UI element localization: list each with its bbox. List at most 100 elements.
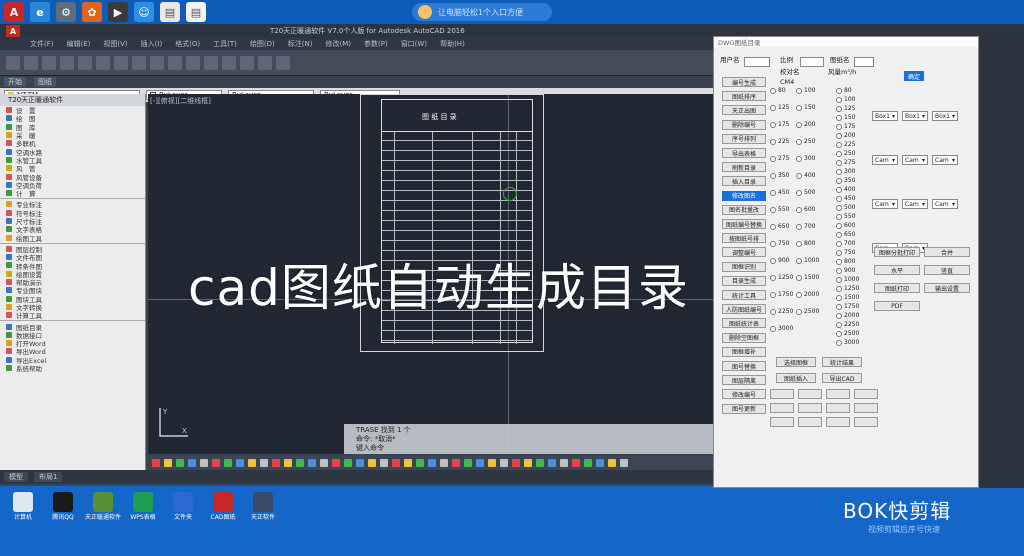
ribbon-print-icon[interactable] [60, 55, 74, 70]
size-radio-col3[interactable]: 3000 [836, 339, 859, 346]
user-name-field[interactable] [744, 57, 770, 67]
status-toggle-icon[interactable] [296, 459, 304, 467]
plugin-grid-button[interactable] [770, 403, 794, 413]
menu-window[interactable]: 窗口(W) [401, 39, 427, 49]
status-toggle-icon[interactable] [344, 459, 352, 467]
status-toggle-icon[interactable] [380, 459, 388, 467]
status-toggle-icon[interactable] [464, 459, 472, 467]
status-toggle-icon[interactable] [152, 459, 160, 467]
search-pill[interactable]: 让电脑轻松1个入口方便 [412, 3, 552, 21]
plugin-left-button[interactable]: 按图纸号排 [722, 233, 766, 244]
size-radio[interactable]: 100 [796, 87, 815, 94]
plugin-right-button[interactable]: 水平 [874, 265, 920, 275]
size-radio[interactable]: 250 [796, 138, 815, 145]
size-radio[interactable]: 300 [796, 155, 815, 162]
desktop-icon[interactable]: 腾讯QQ [46, 492, 80, 521]
size-radio-col3[interactable]: 400 [836, 186, 855, 193]
size-radio[interactable]: 800 [796, 240, 815, 247]
size-radio[interactable]: 1000 [796, 257, 819, 264]
size-radio-col3[interactable]: 650 [836, 231, 855, 238]
size-radio-col3[interactable]: 2500 [836, 330, 859, 337]
plugin-left-button[interactable]: 修改图名 [722, 190, 766, 201]
menu-tools[interactable]: 工具(T) [213, 39, 237, 49]
ribbon-extend-icon[interactable] [258, 55, 272, 70]
status-toggle-icon[interactable] [200, 459, 208, 467]
size-radio-col3[interactable]: 275 [836, 159, 855, 166]
media-player-icon[interactable]: ▶ [108, 2, 128, 22]
ribbon-new-icon[interactable] [6, 55, 20, 70]
size-radio[interactable]: 3000 [770, 325, 793, 332]
command-line[interactable]: TRASE 找到 1 个 命令: *取消* 键入命令 [344, 424, 714, 454]
size-radio[interactable]: 550 [770, 206, 789, 213]
size-radio[interactable]: 2250 [770, 308, 793, 315]
menu-insert[interactable]: 插入(I) [141, 39, 163, 49]
plugin-left-button[interactable]: 调整编号 [722, 247, 766, 258]
desktop-icon[interactable]: CAD图纸 [206, 492, 240, 521]
palette-item[interactable]: 绘图工具 [0, 233, 145, 243]
status-toggle-icon[interactable] [248, 459, 256, 467]
plugin-left-button[interactable]: 图号更新 [722, 403, 766, 414]
gear-icon[interactable]: ✿ [82, 2, 102, 22]
size-radio[interactable]: 80 [770, 87, 786, 94]
status-toggle-icon[interactable] [272, 459, 280, 467]
size-radio[interactable]: 1750 [770, 291, 793, 298]
ribbon-move-icon[interactable] [186, 55, 200, 70]
desktop-icon[interactable]: 天正软件 [246, 492, 280, 521]
ribbon-copy-icon[interactable] [204, 55, 218, 70]
size-radio[interactable]: 700 [796, 223, 815, 230]
palette-item[interactable]: 系统帮助 [0, 364, 145, 373]
ribbon-layer-icon[interactable] [276, 55, 290, 70]
menu-file[interactable]: 文件(F) [30, 39, 54, 49]
tool-icon[interactable]: ⚙ [56, 2, 76, 22]
size-radio-col3[interactable]: 80 [836, 87, 852, 94]
size-radio-col3[interactable]: 500 [836, 204, 855, 211]
status-toggle-icon[interactable] [236, 459, 244, 467]
status-toggle-icon[interactable] [212, 459, 220, 467]
size-radio-col3[interactable]: 2250 [836, 321, 859, 328]
command-input[interactable]: 键入命令 [356, 444, 411, 453]
size-radio-col3[interactable]: 350 [836, 177, 855, 184]
size-radio[interactable]: 400 [796, 172, 815, 179]
status-toggle-icon[interactable] [320, 459, 328, 467]
size-radio[interactable]: 150 [796, 104, 815, 111]
status-toggle-icon[interactable] [260, 459, 268, 467]
plugin-mid-button[interactable]: 统计结果 [822, 357, 862, 367]
view-label[interactable]: [-][俯视][二维线框] [150, 96, 211, 106]
tab-start[interactable]: 开始 [4, 77, 26, 87]
menu-help[interactable]: 帮助(H) [440, 39, 465, 49]
status-toggle-icon[interactable] [404, 459, 412, 467]
status-toggle-icon[interactable] [512, 459, 520, 467]
plugin-left-button[interactable]: 图纸编号替换 [722, 219, 766, 229]
plugin-grid-button[interactable] [854, 389, 878, 399]
palette-item[interactable]: 计算工具 [0, 311, 145, 320]
size-radio-col3[interactable]: 800 [836, 258, 855, 265]
plugin-left-button[interactable]: 删除编号 [722, 119, 766, 130]
scale-field[interactable] [800, 57, 824, 67]
ribbon-polyline-icon[interactable] [132, 55, 146, 70]
plugin-left-button[interactable]: 图纸统计表 [722, 318, 766, 329]
status-toggle-icon[interactable] [416, 459, 424, 467]
size-radio-col3[interactable]: 250 [836, 150, 855, 157]
size-radio[interactable]: 500 [796, 189, 815, 196]
size-radio[interactable]: 1250 [770, 274, 793, 281]
plugin-mid-button[interactable]: 导出CAD [822, 373, 862, 383]
ribbon-line-icon[interactable] [114, 55, 128, 70]
size-radio[interactable]: 900 [770, 257, 789, 264]
plugin-left-button[interactable]: 删除空图框 [722, 332, 766, 343]
desktop-icon[interactable]: 文件夹 [166, 492, 200, 521]
browser-icon[interactable]: e [30, 2, 50, 22]
plugin-grid-button[interactable] [798, 417, 822, 427]
status-toggle-icon[interactable] [368, 459, 376, 467]
plugin-left-button[interactable]: 图纸排序 [722, 91, 766, 102]
size-radio[interactable]: 450 [770, 189, 789, 196]
size-radio[interactable]: 2500 [796, 308, 819, 315]
size-radio-col3[interactable]: 175 [836, 123, 855, 130]
plugin-select[interactable]: Cam▾ [872, 199, 898, 209]
status-toggle-icon[interactable] [452, 459, 460, 467]
plugin-grid-button[interactable] [770, 389, 794, 399]
ribbon-undo-icon[interactable] [78, 55, 92, 70]
plugin-select[interactable]: Cam▾ [872, 155, 898, 165]
size-radio-col3[interactable]: 750 [836, 249, 855, 256]
plugin-select[interactable]: Cam▾ [902, 155, 928, 165]
size-radio[interactable]: 125 [770, 104, 789, 111]
